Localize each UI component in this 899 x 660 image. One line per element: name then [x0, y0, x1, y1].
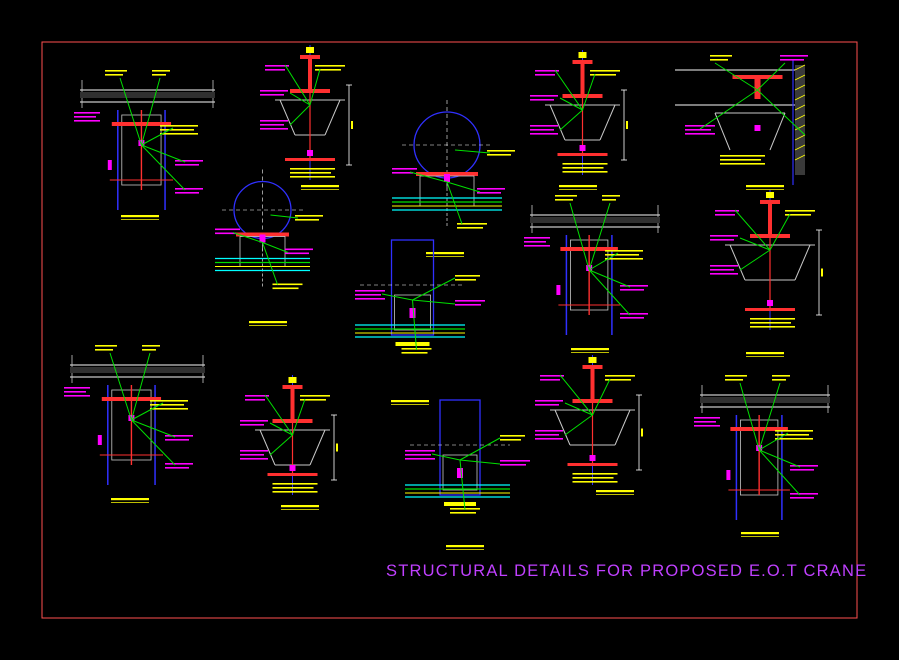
- drawing-canvas: [41, 41, 858, 619]
- section-2-2-label: [249, 321, 287, 326]
- section-7-7-label: [391, 400, 429, 405]
- section-6-6: [524, 195, 660, 353]
- detail-b: [530, 50, 628, 190]
- section-6-6-label: [571, 348, 609, 353]
- section-3-3-label: [111, 498, 149, 503]
- detail-d-label: [596, 490, 634, 495]
- detail-e: [675, 55, 808, 190]
- detail-c-label: [281, 505, 319, 510]
- section-10-10-label: [746, 352, 784, 357]
- drawing-border: [41, 41, 858, 619]
- section-5-5-label: [741, 532, 779, 537]
- section-2-2: [215, 169, 323, 326]
- section-10-10: [710, 190, 823, 357]
- sheet-title: STRUCTURAL DETAILS FOR PROPOSED E.O.T CR…: [386, 562, 868, 580]
- detail-group: [64, 45, 830, 550]
- detail-a: [260, 45, 353, 190]
- detail-e-label: [746, 185, 784, 190]
- section-7-7: [355, 239, 485, 405]
- detail-d: [535, 355, 643, 495]
- section-5-5: [694, 375, 830, 537]
- section-3-3: [64, 345, 205, 503]
- section-9-9-label: [446, 545, 484, 550]
- section-9-9: [405, 399, 530, 550]
- section-4-4-label: [426, 252, 464, 257]
- detail-c: [240, 375, 338, 510]
- section-1-1: [74, 70, 215, 220]
- detail-b-label: [559, 185, 597, 190]
- section-1-1-label: [121, 215, 159, 220]
- section-4-4: [392, 100, 515, 257]
- detail-a-label: [301, 185, 339, 190]
